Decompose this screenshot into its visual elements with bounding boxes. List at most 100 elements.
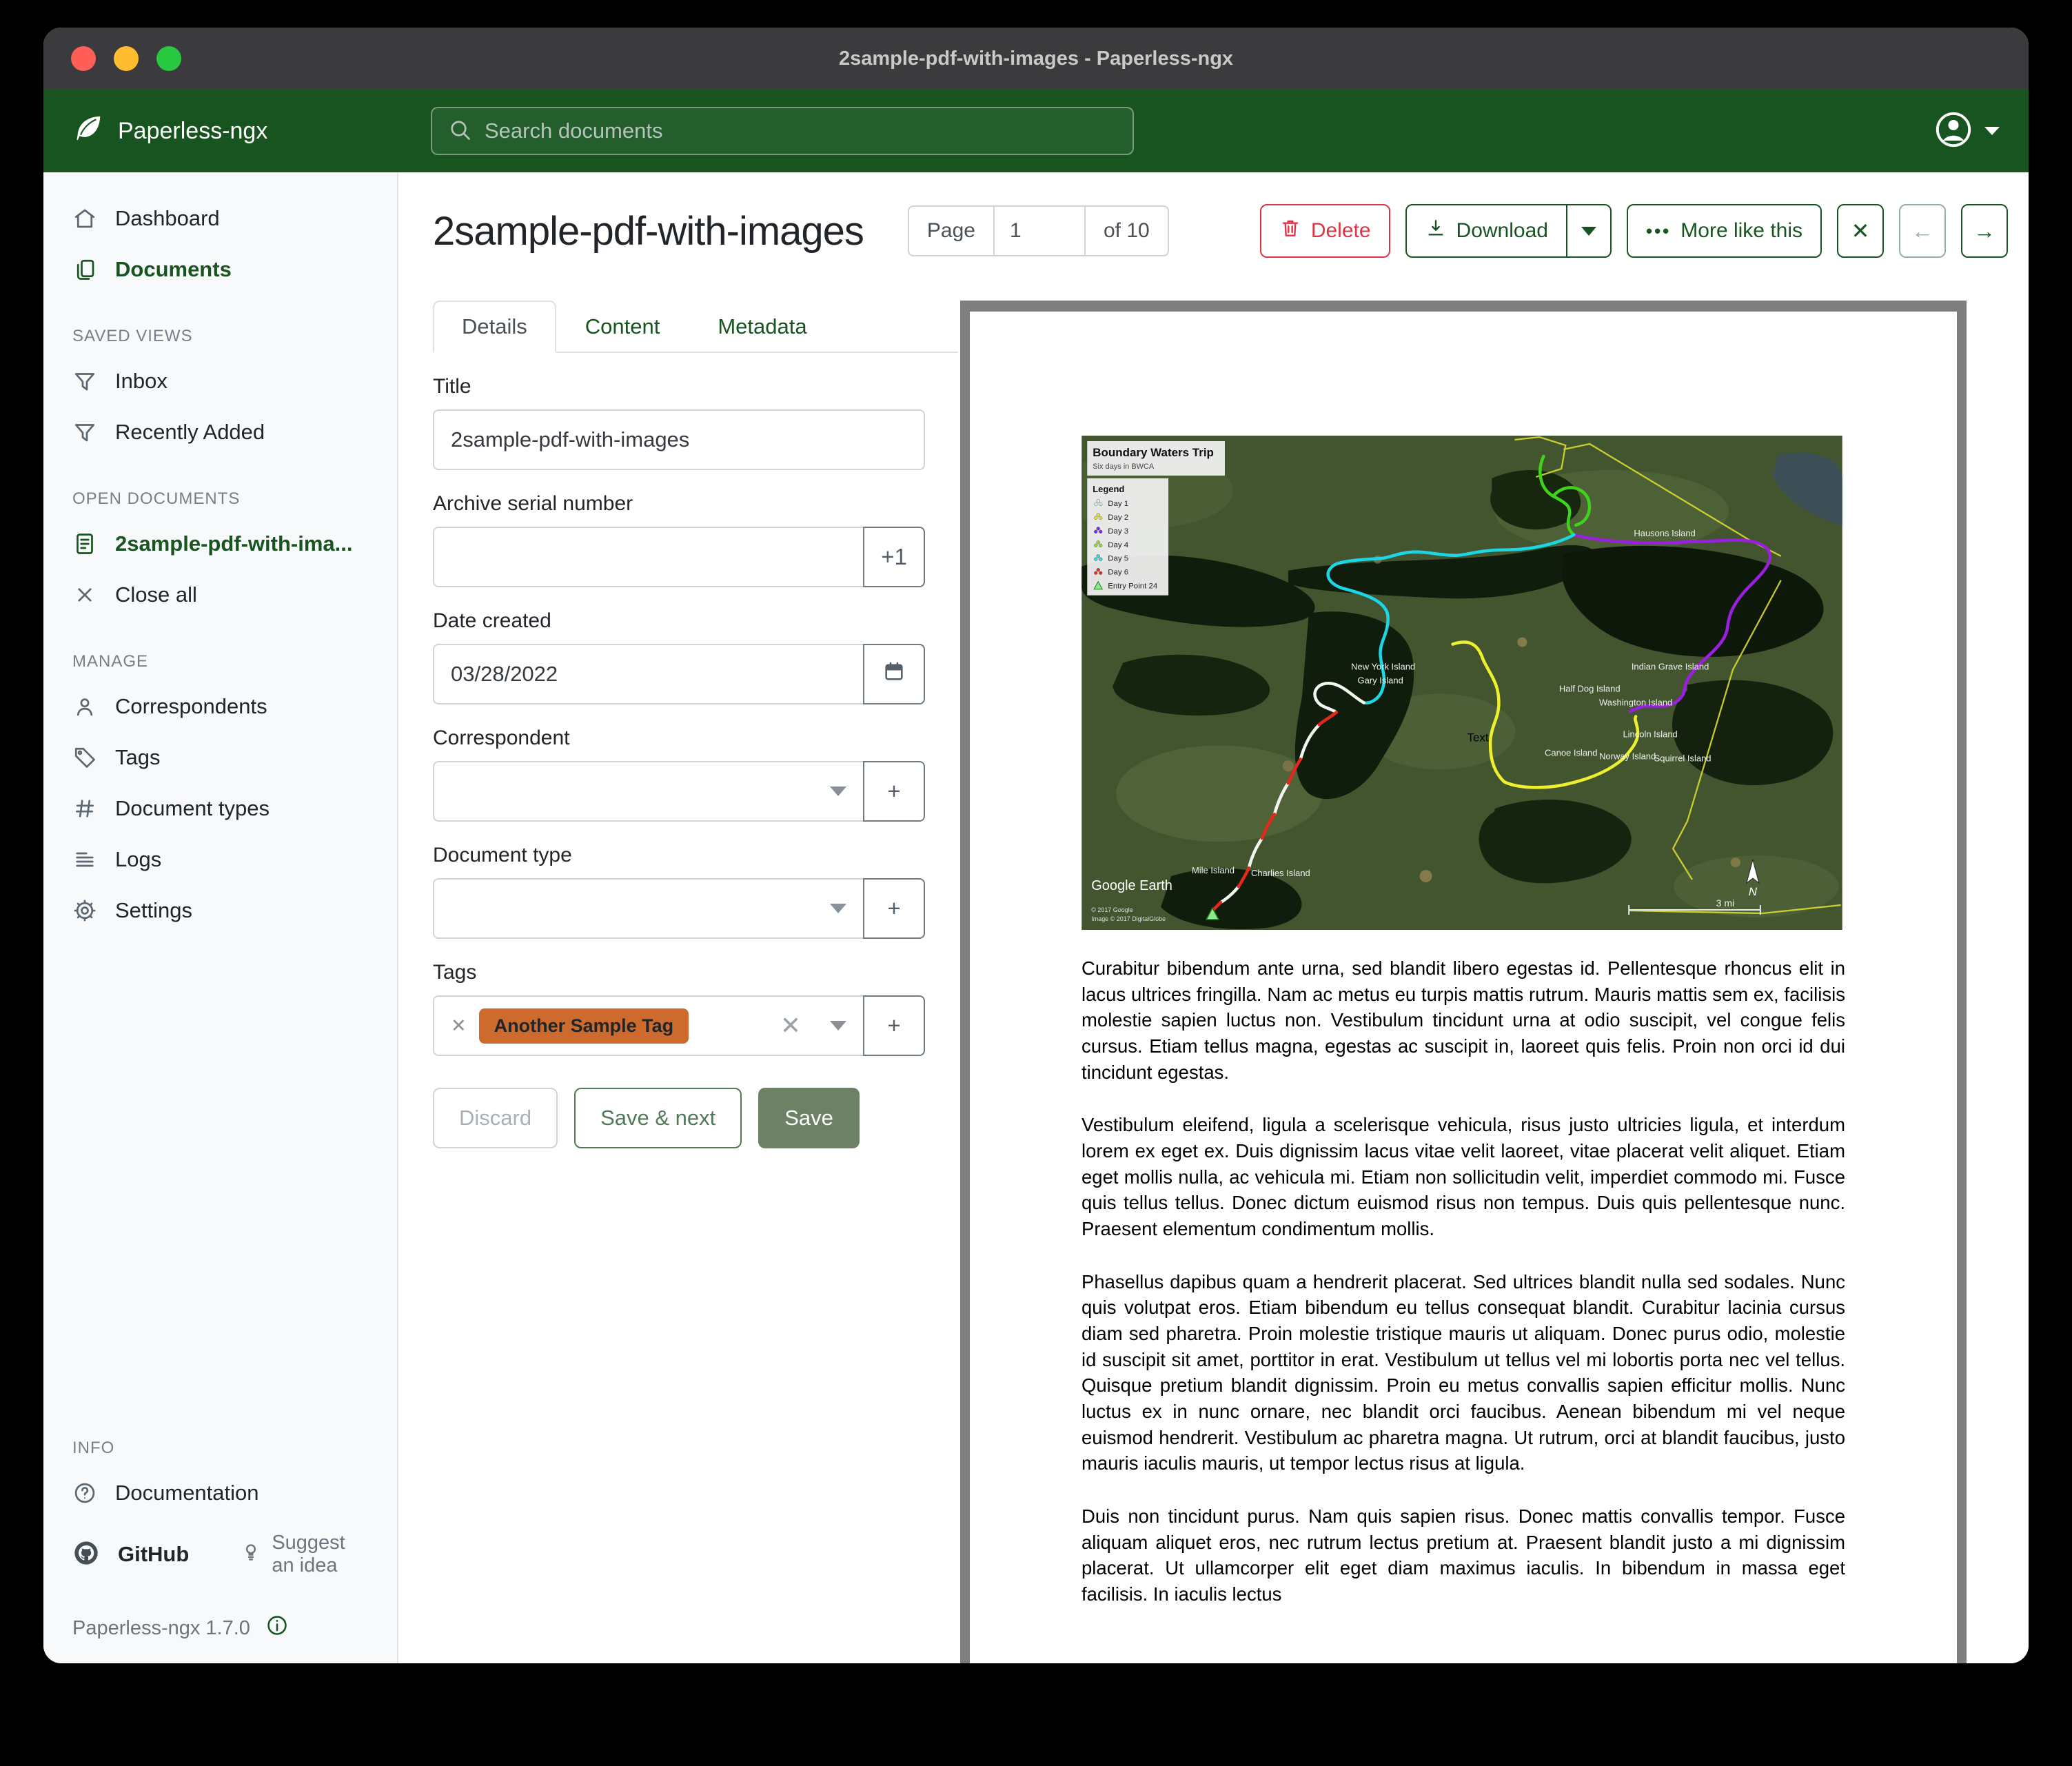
sidebar-item-github[interactable]: GitHub — [118, 1542, 189, 1567]
tag-chip[interactable]: Another Sample Tag — [479, 1008, 689, 1044]
lightbulb-icon — [240, 1541, 262, 1568]
sidebar-item-label: Logs — [115, 847, 161, 872]
island-label: Half Dog Island — [1559, 683, 1621, 693]
tab-metadata[interactable]: Metadata — [689, 301, 835, 353]
sidebar-item-tags[interactable]: Tags — [43, 732, 397, 783]
sidebar-item-suggest-idea[interactable]: Suggest an idea — [240, 1532, 368, 1577]
page-count-label: of 10 — [1084, 205, 1169, 256]
save-and-next-button[interactable]: Save & next — [574, 1088, 742, 1148]
tab-content[interactable]: Content — [556, 301, 689, 353]
download-button[interactable]: Download — [1407, 205, 1566, 256]
tab-details[interactable]: Details — [433, 301, 556, 353]
sidebar-section-manage: MANAGE — [43, 620, 397, 681]
pdf-preview-pane[interactable]: Hausons Island New York Island Gary Isla… — [960, 301, 1967, 1663]
document-type-select[interactable] — [433, 878, 864, 939]
discard-button[interactable]: Discard — [433, 1088, 558, 1148]
clear-tags-icon[interactable]: ✕ — [780, 1011, 801, 1040]
asn-field-label: Archive serial number — [433, 492, 925, 516]
title-field-label: Title — [433, 375, 925, 398]
sidebar-item-label: Documents — [115, 257, 232, 282]
file-text-icon — [72, 531, 97, 556]
add-tag-button[interactable]: + — [863, 995, 925, 1056]
window-title: 2sample-pdf-with-images - Paperless-ngx — [839, 48, 1233, 70]
sidebar-item-dashboard[interactable]: Dashboard — [43, 193, 397, 244]
page-number-input[interactable] — [995, 219, 1084, 243]
sidebar-item-settings[interactable]: Settings — [43, 885, 397, 936]
legend-label: Entry Point 24 — [1108, 582, 1158, 591]
sidebar-item-document-types[interactable]: Document types — [43, 783, 397, 834]
add-correspondent-button[interactable]: + — [863, 761, 925, 822]
trash-icon — [1279, 217, 1301, 245]
pdf-paragraph: Duis non tincidunt purus. Nam quis sapie… — [1081, 1503, 1845, 1607]
pdf-paragraph: Curabitur bibendum ante urna, sed blandi… — [1081, 955, 1845, 1085]
brand[interactable]: Paperless-ngx — [72, 112, 431, 150]
sidebar-item-open-document[interactable]: 2sample-pdf-with-ima... — [43, 518, 397, 569]
sidebar-section-open-documents: OPEN DOCUMENTS — [43, 458, 397, 518]
map-figure: Hausons Island New York Island Gary Isla… — [1081, 436, 1845, 933]
more-like-this-button[interactable]: ••• More like this — [1627, 204, 1822, 258]
next-document-button[interactable]: → — [1961, 204, 2008, 258]
island-label: Charlies Island — [1251, 868, 1310, 878]
help-circle-icon — [72, 1481, 97, 1505]
sidebar-item-documentation[interactable]: Documentation — [43, 1468, 397, 1519]
asn-plus-one-button[interactable]: +1 — [863, 527, 925, 587]
pdf-paragraph: Phasellus dapibus quam a hendrerit place… — [1081, 1269, 1845, 1476]
search-input[interactable] — [485, 119, 1117, 143]
island-label: Canoe Island — [1545, 747, 1597, 758]
navbar: Paperless-ngx — [43, 90, 2029, 172]
sidebar-item-inbox[interactable]: Inbox — [43, 356, 397, 407]
sidebar-item-recently-added[interactable]: Recently Added — [43, 407, 397, 458]
island-label: New York Island — [1351, 662, 1415, 672]
calendar-button[interactable] — [863, 644, 925, 704]
close-window-button[interactable] — [71, 46, 96, 71]
minimize-window-button[interactable] — [114, 46, 139, 71]
arrow-right-icon: → — [1973, 219, 1995, 244]
user-avatar-icon — [1933, 110, 1973, 153]
sidebar-item-correspondents[interactable]: Correspondents — [43, 681, 397, 732]
close-document-button[interactable]: ✕ — [1837, 204, 1884, 258]
remove-tag-icon[interactable]: ✕ — [451, 1015, 467, 1037]
correspondent-select[interactable] — [433, 761, 864, 822]
save-button[interactable]: Save — [758, 1088, 860, 1148]
map-text-annotation: Text — [1467, 731, 1488, 744]
date-created-input[interactable] — [451, 662, 846, 687]
previous-document-button[interactable]: ← — [1899, 204, 1946, 258]
delete-label: Delete — [1311, 219, 1371, 243]
title-input[interactable] — [451, 427, 907, 452]
google-earth-logo: Google Earth — [1091, 878, 1172, 893]
chevron-down-icon — [830, 786, 846, 796]
download-options-button[interactable] — [1566, 205, 1610, 256]
hash-icon — [72, 796, 97, 821]
add-document-type-button[interactable]: + — [863, 878, 925, 939]
asn-input[interactable] — [451, 545, 846, 569]
close-icon: ✕ — [1851, 218, 1870, 244]
close-icon — [72, 582, 97, 607]
sidebar-item-logs[interactable]: Logs — [43, 834, 397, 885]
tags-field-label: Tags — [433, 961, 925, 984]
legend-label: Day 6 — [1108, 569, 1128, 577]
island-label: Indian Grave Island — [1632, 662, 1709, 672]
search-bar[interactable] — [431, 107, 1134, 155]
filter-icon — [72, 369, 97, 394]
zoom-window-button[interactable] — [156, 46, 181, 71]
info-circle-icon[interactable] — [265, 1614, 289, 1643]
scale-label: 3 mi — [1716, 897, 1734, 909]
sidebar-item-close-all[interactable]: Close all — [43, 569, 397, 620]
sidebar-item-documents[interactable]: Documents — [43, 244, 397, 295]
app-window: 2sample-pdf-with-images - Paperless-ngx … — [43, 28, 2029, 1663]
map-title-box: Boundary Waters Trip Six days in BWCA — [1087, 441, 1225, 476]
legend-label: Day 5 — [1108, 555, 1128, 563]
island-label: Washington Island — [1599, 697, 1672, 707]
pdf-page: Hausons Island New York Island Gary Isla… — [970, 312, 1957, 1663]
delete-button[interactable]: Delete — [1260, 204, 1390, 258]
map-legend: Legend Day 1 Day 2 Day 3 Day 4 Day — [1087, 478, 1168, 596]
island-label: Squirrel Island — [1654, 753, 1712, 763]
legend-label: Day 2 — [1108, 514, 1128, 522]
user-menu[interactable] — [1933, 110, 2000, 153]
tags-select[interactable]: ✕ Another Sample Tag ✕ — [433, 995, 864, 1056]
calendar-icon — [882, 660, 906, 689]
chevron-down-icon — [830, 904, 846, 913]
github-icon — [72, 1539, 100, 1570]
map-credit-line2: Image © 2017 DigitalGlobe — [1091, 915, 1166, 922]
chevron-down-icon — [1984, 127, 2000, 135]
